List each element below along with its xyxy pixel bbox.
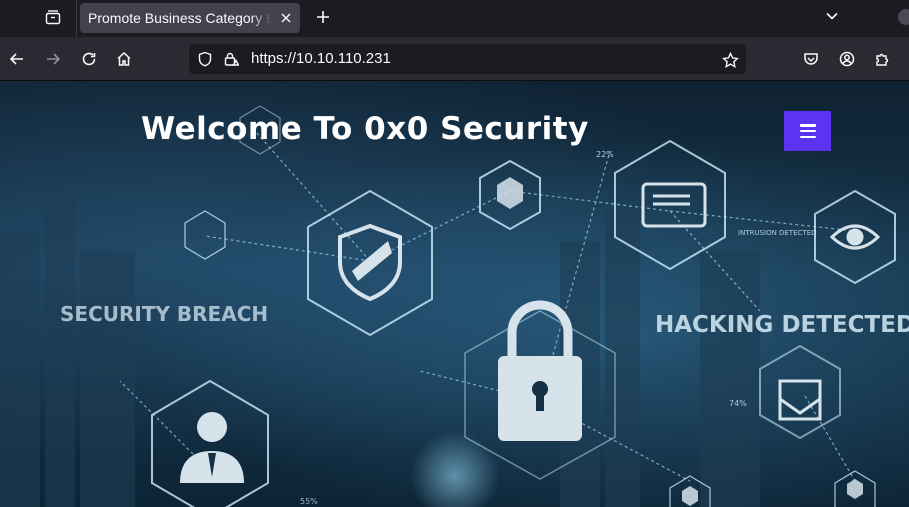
site-title: Welcome To 0x0 Security <box>141 111 589 147</box>
tab-separator <box>76 0 77 37</box>
percent-22-label: 22% <box>596 150 614 159</box>
light-glow <box>410 431 500 507</box>
pocket-icon <box>804 53 818 65</box>
tab-active[interactable]: Promote Business Category E <box>80 3 300 33</box>
tab-strip: Promote Business Category E <box>0 0 909 37</box>
menu-toggle-button[interactable] <box>784 111 831 151</box>
account-button[interactable] <box>833 45 861 73</box>
firefox-view-button[interactable] <box>38 4 68 30</box>
star-icon <box>721 51 739 68</box>
chevron-down-icon <box>826 12 838 20</box>
card-graphic <box>641 182 707 228</box>
forward-button[interactable] <box>39 45 67 73</box>
reload-button[interactable] <box>75 45 103 73</box>
envelope-graphic <box>778 379 822 421</box>
new-tab-button[interactable] <box>310 5 336 29</box>
plus-icon <box>317 11 329 23</box>
list-all-tabs-button[interactable] <box>818 4 846 28</box>
navigation-toolbar: https://10.10.110.231 <box>0 37 909 81</box>
arrow-right-icon <box>47 53 61 65</box>
security-breach-label: SECURITY BREACH <box>60 302 268 326</box>
tab-title: Promote Business Category E <box>88 10 272 26</box>
bookmark-star-button[interactable] <box>721 51 739 69</box>
pocket-button[interactable] <box>797 45 825 73</box>
tab-close-button[interactable] <box>278 10 294 26</box>
url-text[interactable]: https://10.10.110.231 <box>251 50 391 67</box>
home-icon <box>117 51 131 66</box>
city-skyline <box>0 201 760 507</box>
account-icon <box>839 51 855 67</box>
percent-55-label: 55% <box>300 497 318 506</box>
intrusion-detected-label: INTRUSION DETECTED <box>738 229 817 237</box>
home-button[interactable] <box>110 45 138 73</box>
close-icon <box>281 13 291 23</box>
hamburger-icon <box>799 124 816 138</box>
padlock-graphic <box>498 300 582 441</box>
url-bar[interactable]: https://10.10.110.231 <box>189 44 746 74</box>
puzzle-icon <box>876 53 889 66</box>
lock-warning-icon[interactable] <box>223 51 239 67</box>
window-control[interactable] <box>898 9 909 25</box>
back-button[interactable] <box>3 45 31 73</box>
hero-section: SECURITY BREACH HACKING DETECTED INTRUSI… <box>0 81 909 507</box>
hacking-detected-label: HACKING DETECTED <box>655 312 909 338</box>
arrow-left-icon <box>9 53 23 65</box>
extensions-button[interactable] <box>868 45 896 73</box>
firefox-view-icon <box>45 10 61 25</box>
percent-74-label: 74% <box>729 399 747 408</box>
reload-icon <box>82 52 96 66</box>
shield-icon[interactable] <box>197 51 213 67</box>
person-graphic <box>180 412 244 483</box>
